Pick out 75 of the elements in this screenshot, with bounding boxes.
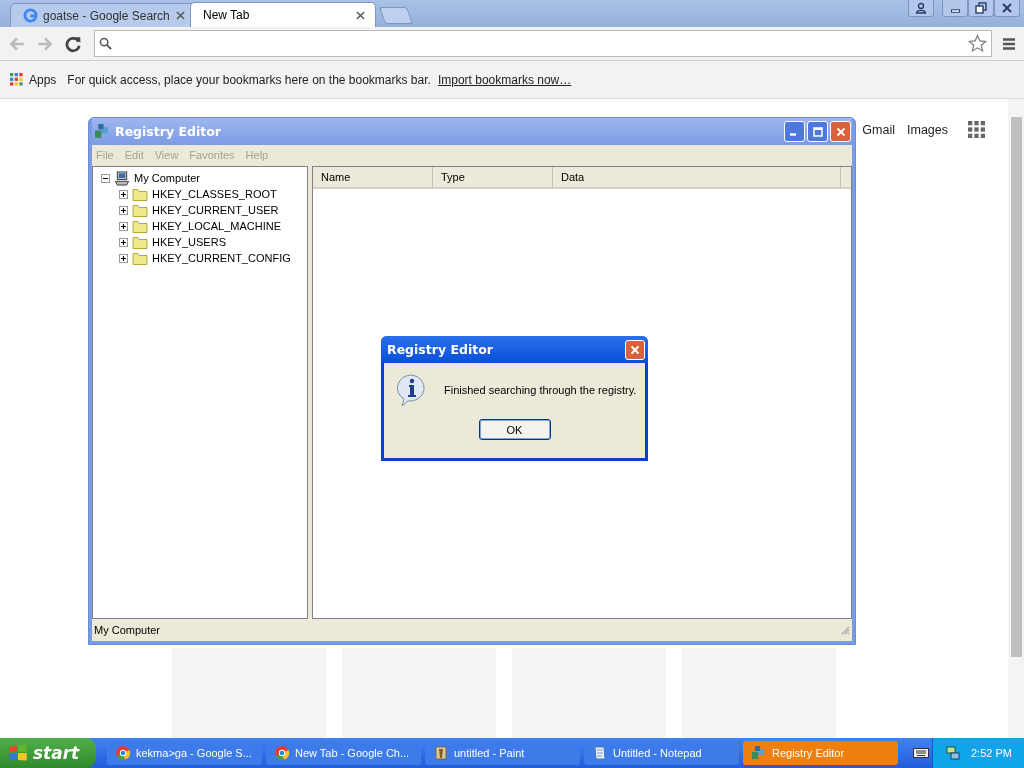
apps-grid-icon[interactable] (10, 73, 23, 86)
expand-toggle[interactable] (119, 221, 128, 231)
expand-toggle[interactable] (119, 253, 128, 263)
scrollbar[interactable] (1008, 99, 1024, 738)
close-icon (1001, 2, 1013, 14)
minimize-button[interactable] (942, 0, 968, 17)
folder-icon (132, 250, 148, 266)
tree-item[interactable]: HKEY_LOCAL_MACHINE (152, 220, 281, 232)
taskbar-button[interactable]: New Tab - Google Ch... (266, 741, 421, 765)
close-icon (630, 344, 640, 355)
close-icon[interactable] (356, 10, 365, 20)
browser-tab[interactable]: New Tab (190, 2, 376, 27)
info-icon (396, 373, 428, 407)
star-icon[interactable] (968, 34, 987, 53)
column-header[interactable]: Data (553, 167, 841, 187)
minimize-icon (790, 133, 796, 136)
column-header[interactable]: Type (433, 167, 553, 187)
ok-button[interactable]: OK (478, 419, 551, 440)
tree-item[interactable]: HKEY_USERS (152, 236, 226, 248)
chrome-icon (274, 745, 290, 761)
tree-item[interactable]: HKEY_CURRENT_CONFIG (152, 252, 291, 264)
taskbar-button[interactable]: kekma>ga - Google S... (107, 741, 262, 765)
reload-icon[interactable] (64, 34, 82, 53)
search-icon (99, 37, 112, 50)
close-icon (835, 126, 846, 137)
folder-icon (132, 186, 148, 202)
expand-toggle[interactable] (119, 205, 128, 215)
person-icon (915, 2, 927, 14)
tree-item[interactable]: My Computer (134, 172, 201, 184)
close-button[interactable] (994, 0, 1020, 17)
restore-icon (975, 2, 987, 14)
tree-item[interactable]: HKEY_CURRENT_USER (152, 204, 279, 216)
apps-link[interactable]: Apps (29, 72, 57, 87)
windows-flag-icon (8, 743, 28, 763)
maximize-icon (812, 126, 823, 137)
window-title: Registry Editor (115, 124, 222, 139)
expand-toggle[interactable] (119, 237, 128, 247)
thumbnail-tile[interactable] (682, 648, 836, 738)
page-link[interactable]: Gmail (862, 122, 895, 137)
registry-cubes-icon (94, 123, 111, 140)
minimize-icon (950, 9, 960, 13)
dialog-message: Finished searching through the registry. (444, 384, 637, 396)
folder-icon (132, 202, 148, 218)
notepad-icon (592, 745, 608, 761)
folder-icon (132, 218, 148, 234)
tree-item[interactable]: HKEY_CLASSES_ROOT (152, 188, 277, 200)
address-field[interactable] (94, 30, 992, 57)
folder-icon (132, 234, 148, 250)
column-header[interactable]: Name (313, 167, 433, 187)
dialog-title: Registry Editor (387, 342, 494, 357)
computer-icon (114, 170, 130, 186)
paint-brush-icon (433, 745, 449, 761)
bookmarks-hint: For quick access, place your bookmarks here on the bookmarks bar. (67, 72, 431, 87)
network-icon[interactable] (945, 745, 961, 761)
menu-icon[interactable] (1002, 36, 1016, 51)
import-bookmarks-link[interactable]: Import bookmarks now… (437, 72, 572, 87)
thumbnail-tile[interactable] (172, 648, 326, 738)
resize-grip-icon[interactable] (840, 625, 850, 635)
restore-button[interactable] (968, 0, 994, 17)
close-icon[interactable] (176, 11, 185, 20)
registry-cubes-icon (751, 745, 767, 761)
expand-toggle[interactable] (119, 189, 128, 199)
thumbnail-tile[interactable] (512, 648, 666, 738)
collapse-toggle[interactable] (101, 173, 110, 183)
maximize-button[interactable] (807, 121, 828, 142)
clock: 2:52 PM (971, 747, 1012, 759)
chrome-icon (115, 745, 131, 761)
thumbnail-tile[interactable] (342, 648, 496, 738)
taskbar-button[interactable]: untitled - Paint (425, 741, 580, 765)
taskbar-button[interactable]: Untitled - Notepad (584, 741, 739, 765)
apps-grid-icon[interactable] (968, 121, 985, 138)
status-text: My Computer (94, 624, 161, 636)
page-link[interactable]: Images (907, 122, 948, 137)
profile-button[interactable] (908, 0, 934, 17)
keyboard-icon[interactable] (913, 747, 929, 759)
